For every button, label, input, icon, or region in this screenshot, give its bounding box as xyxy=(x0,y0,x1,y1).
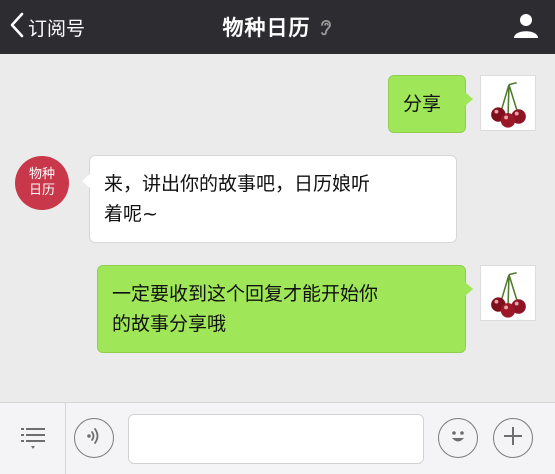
page-title: 物种日历 xyxy=(222,16,311,40)
brand-avatar[interactable]: 物种 日历 xyxy=(14,155,70,211)
emoji-icon xyxy=(445,423,471,453)
message-bubble-outgoing[interactable]: 一定要收到这个回复才能开始你 的故事分享哦 xyxy=(97,265,473,353)
back-button[interactable]: 订阅号 xyxy=(10,0,85,54)
menu-button[interactable] xyxy=(0,403,66,474)
emoji-button[interactable] xyxy=(438,418,478,458)
message-bubble-outgoing[interactable]: 分享 xyxy=(388,75,473,133)
message-text: 分享 xyxy=(403,93,442,115)
cherries-icon xyxy=(491,272,526,318)
message-line: 着呢~ xyxy=(104,203,158,225)
input-toolbar xyxy=(0,402,555,474)
brand-logo: 物种 日历 xyxy=(15,156,69,210)
plus-button[interactable] xyxy=(493,418,533,458)
brand-line-1: 物种 xyxy=(28,167,55,182)
message-line: 来，讲出你的故事吧，日历娘听 xyxy=(104,173,371,195)
message-line: 一定要收到这个回复才能开始你 xyxy=(112,283,379,305)
plus-icon xyxy=(501,424,525,452)
menu-list-icon xyxy=(18,422,48,456)
voice-icon xyxy=(83,425,105,451)
message-line: 的故事分享哦 xyxy=(112,313,227,335)
person-icon xyxy=(512,11,540,43)
ear-icon xyxy=(319,17,333,37)
cherries-icon xyxy=(491,82,526,128)
user-avatar[interactable] xyxy=(480,75,536,131)
navigation-bar: 订阅号 物种日历 xyxy=(0,0,555,54)
brand-line-2: 日历 xyxy=(28,183,55,198)
user-avatar[interactable] xyxy=(480,265,536,321)
message-input[interactable] xyxy=(128,414,424,464)
profile-button[interactable] xyxy=(509,10,543,44)
voice-button[interactable] xyxy=(74,418,114,458)
back-label: 订阅号 xyxy=(28,17,86,40)
message-bubble-incoming[interactable]: 来，讲出你的故事吧，日历娘听 着呢~ xyxy=(82,155,457,243)
chevron-left-icon xyxy=(10,12,24,42)
